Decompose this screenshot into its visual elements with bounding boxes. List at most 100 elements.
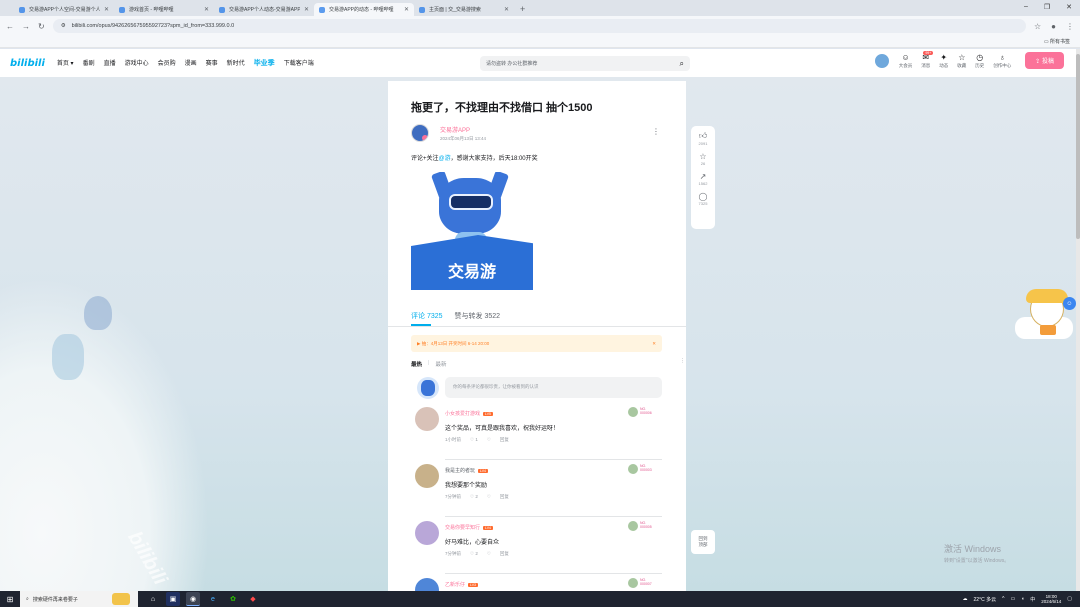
browser-tab[interactable]: 游戏首页 - 哔哩哔哩 ✕	[114, 3, 214, 16]
taskbar-search[interactable]: ⌕ 搜索硬件再来卷要子	[20, 591, 138, 607]
windows-start-icon[interactable]: ⊞	[0, 595, 20, 604]
collapse-handle[interactable]: ⋮	[680, 358, 685, 364]
reply-button[interactable]: 回复	[500, 437, 509, 443]
bookmark-star-icon[interactable]: ☆	[1034, 22, 1041, 31]
profile-icon[interactable]: ●	[1051, 22, 1056, 31]
floating-helper-icon[interactable]: ☺	[1063, 297, 1076, 310]
maximize-button[interactable]: ❐	[1044, 3, 1050, 11]
tab-comments[interactable]: 评论 7325	[411, 311, 443, 321]
search-icon[interactable]: ⌕	[680, 59, 684, 69]
upload-button[interactable]: ⇪ 投稿	[1025, 52, 1064, 69]
back-arrow-icon[interactable]: ←	[6, 22, 14, 31]
app-icon[interactable]: ◆	[246, 592, 260, 606]
page-scrollbar[interactable]	[1076, 49, 1080, 591]
nav-anime[interactable]: 番剧	[83, 58, 95, 68]
nav-new-era[interactable]: 新时代	[227, 58, 245, 68]
header-creator-center[interactable]: ♁ 创作中心	[993, 53, 1011, 69]
header-vip[interactable]: ☺ 大会员	[899, 53, 913, 69]
post-image[interactable]: 交易游	[411, 172, 533, 290]
forward-action[interactable]: ↗ 1562	[699, 172, 708, 186]
url-bar[interactable]: ⚙ bilibili.com/opus/942626567595592723?s…	[52, 19, 1026, 33]
reload-icon[interactable]: ↻	[38, 22, 45, 31]
nav-esports[interactable]: 赛事	[206, 58, 218, 68]
ime-icon[interactable]: 中	[1030, 596, 1035, 603]
like-button[interactable]: ♡ 1	[470, 437, 478, 443]
site-info-icon[interactable]: ⚙	[61, 23, 66, 29]
dislike-icon[interactable]: ♡	[487, 437, 491, 443]
header-messages[interactable]: ✉ 消息 99+	[921, 50, 934, 69]
close-notice-icon[interactable]: ✕	[652, 341, 656, 347]
wechat-icon[interactable]: ✿	[226, 592, 240, 606]
new-tab-icon[interactable]: +	[520, 4, 525, 14]
header-dynamics[interactable]: ✦ 动态	[939, 53, 948, 69]
author-name[interactable]: 交易游APP	[440, 125, 470, 134]
commenter-name[interactable]: 乙新乐仔	[445, 581, 465, 588]
comment-input[interactable]: 你的每条评论都很珍贵，让你被看到的认识	[445, 377, 662, 398]
post-mention-link[interactable]: @游	[439, 156, 451, 162]
commenter-avatar[interactable]	[415, 464, 439, 488]
author-avatar[interactable]	[411, 124, 429, 142]
weather-text[interactable]: 22°C 多云	[974, 596, 997, 603]
comment-action[interactable]: ◯ 7325	[699, 192, 708, 206]
forward-arrow-icon[interactable]: →	[22, 22, 30, 31]
nav-download-client[interactable]: 下载客户端	[284, 58, 314, 68]
notification-icon[interactable]: ▢	[1067, 596, 1072, 602]
lottery-notice[interactable]: ▶ 抽：4月13日 开奖时间 6-14 20:00 ✕	[411, 335, 662, 352]
browser-tab-active[interactable]: 交易游APP的动态 - 哔哩哔哩 ✕	[314, 3, 414, 16]
like-button[interactable]: ♡ 2	[470, 551, 478, 557]
task-view-icon[interactable]: ⌂	[146, 592, 160, 606]
browser-tab[interactable]: 主页面 | 交_交易游搜索 ✕	[414, 3, 514, 16]
commenter-avatar[interactable]	[415, 407, 439, 431]
more-options-icon[interactable]: ⋮	[652, 127, 660, 136]
like-action[interactable]: 👍︎ 2091	[699, 131, 708, 146]
search-box[interactable]: 请勿盗转 办公社群推荐 ⌕	[480, 56, 690, 71]
chrome-icon[interactable]: ◉	[186, 592, 200, 606]
tray-chevron-icon[interactable]: ^	[1002, 596, 1004, 602]
commenter-name[interactable]: 小女孩爱打游戏	[445, 410, 480, 417]
tab-forwards[interactable]: 赞与转发 3522	[455, 311, 501, 321]
post-image-logo-text: 交易游	[447, 264, 496, 281]
like-button[interactable]: ♡ 2	[470, 494, 478, 500]
close-tab-icon[interactable]: ✕	[104, 6, 109, 13]
clock[interactable]: 18:00 2024/6/14	[1041, 594, 1061, 605]
nav-game-center[interactable]: 游戏中心	[125, 58, 149, 68]
scrollbar-thumb[interactable]	[1076, 54, 1080, 239]
commenter-avatar[interactable]	[415, 521, 439, 545]
header-favorites[interactable]: ☆ 收藏	[957, 53, 966, 69]
minimize-button[interactable]: ‒	[1024, 3, 1028, 11]
user-avatar[interactable]	[873, 52, 890, 69]
nav-home[interactable]: 首页 ▾	[57, 58, 74, 68]
back-to-top-button[interactable]: 回到 顶部	[691, 530, 715, 554]
bilibili-logo[interactable]: bilibili	[10, 58, 45, 69]
app-icon[interactable]: ▣	[166, 592, 180, 606]
volume-icon[interactable]: ◖	[1021, 596, 1024, 602]
sort-new[interactable]: 最新	[435, 360, 446, 368]
search-input[interactable]: 请勿盗转 办公社群推荐	[486, 60, 680, 67]
browser-tab[interactable]: 交易游APP个人动态-交易游APP... ✕	[214, 3, 314, 16]
close-tab-icon[interactable]: ✕	[304, 6, 309, 13]
reply-button[interactable]: 回复	[500, 494, 509, 500]
weather-cloud-icon[interactable]: ☁	[963, 596, 968, 602]
favorite-action[interactable]: ☆ 26	[699, 152, 706, 166]
browser-menu-icon[interactable]: ⋮	[1066, 22, 1074, 31]
dislike-icon[interactable]: ♡	[487, 494, 491, 500]
sort-hot[interactable]: 最热	[411, 360, 422, 368]
commenter-name[interactable]: 我是主的者玩	[445, 467, 475, 474]
header-history[interactable]: ◷ 历史	[975, 53, 984, 69]
reply-button[interactable]: 回复	[500, 551, 509, 557]
my-avatar[interactable]	[417, 377, 439, 399]
all-bookmarks-button[interactable]: ▭ 所有书签	[1044, 38, 1070, 45]
close-tab-icon[interactable]: ✕	[404, 6, 409, 13]
browser-tab[interactable]: 交易游APP个人空间-交易游个人... ✕	[14, 3, 114, 16]
close-tab-icon[interactable]: ✕	[504, 6, 509, 13]
network-icon[interactable]: ▭	[1010, 596, 1015, 602]
close-tab-icon[interactable]: ✕	[204, 6, 209, 13]
commenter-name[interactable]: 交易你要早知行	[445, 524, 480, 531]
close-window-button[interactable]: ✕	[1066, 3, 1072, 11]
nav-manga[interactable]: 漫画	[185, 58, 197, 68]
nav-graduation[interactable]: 毕业季	[254, 58, 275, 68]
edge-icon[interactable]: e	[206, 592, 220, 606]
nav-live[interactable]: 直播	[104, 58, 116, 68]
nav-mall[interactable]: 会员购	[158, 58, 176, 68]
dislike-icon[interactable]: ♡	[487, 551, 491, 557]
